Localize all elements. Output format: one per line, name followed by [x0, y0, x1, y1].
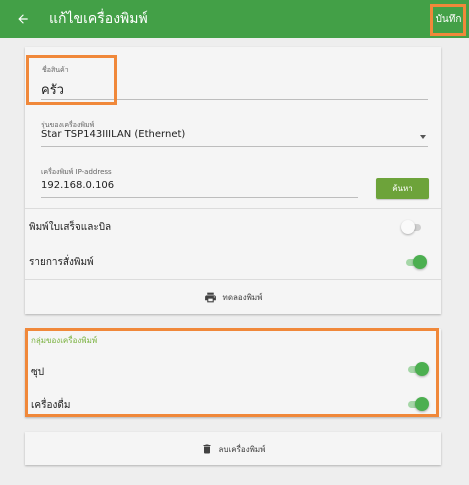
dropdown-arrow-icon [420, 135, 426, 139]
group-item-soup-toggle[interactable] [406, 362, 429, 376]
order-print-label: รายการสั่งพิมพ์ [29, 257, 94, 268]
receipt-print-label: พิมพ์ใบเสร็จและบิล [29, 222, 112, 233]
printer-group-title: กลุ่มของเครื่องพิมพ์ [31, 336, 98, 345]
ip-address-value: 192.168.0.106 [41, 180, 115, 191]
group-item-drinks-toggle[interactable] [406, 397, 429, 411]
back-button[interactable] [12, 8, 34, 30]
group-item-soup-label: ซุป [31, 367, 45, 378]
test-print-label: ทดลองพิมพ์ [222, 292, 263, 302]
receipt-print-toggle[interactable] [401, 220, 423, 234]
printer-icon [204, 292, 216, 302]
save-button[interactable]: บันทึก [431, 4, 466, 35]
delete-printer-button[interactable]: ลบเครื่องพิมพ์ [25, 438, 441, 460]
app-bar: แก้ไขเครื่องพิมพ์ บันทึก [0, 0, 469, 38]
trash-icon [203, 444, 211, 454]
printer-model-value: Star TSP143IIILAN (Ethernet) [41, 129, 186, 140]
product-name-value: ครัว [41, 83, 64, 98]
product-name-label: ชื่อสินค้า [42, 66, 69, 74]
search-button[interactable]: ค้นหา [376, 178, 429, 199]
test-print-button[interactable]: ทดลองพิมพ์ [25, 287, 441, 307]
delete-printer-label: ลบเครื่องพิมพ์ [218, 444, 266, 454]
arrow-left-icon [18, 14, 28, 24]
page-title: แก้ไขเครื่องพิมพ์ [49, 11, 148, 27]
ip-address-label: เครื่องพิมพ์ IP-address [41, 168, 112, 176]
group-item-drinks-label: เครื่องดื่ม [31, 400, 71, 411]
order-print-toggle[interactable] [404, 255, 427, 269]
